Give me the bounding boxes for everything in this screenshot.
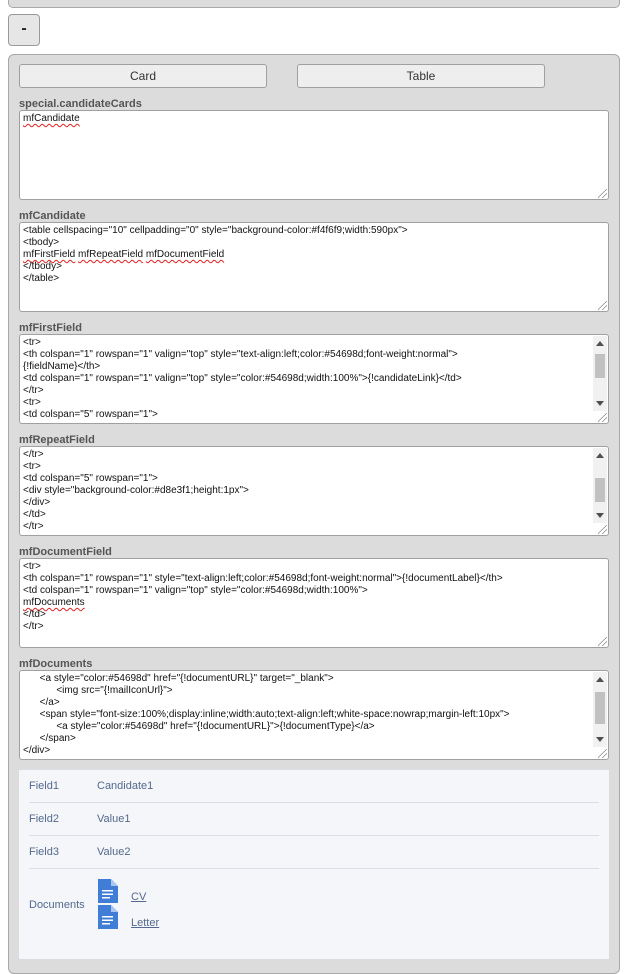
code-line: <th colspan="1" rowspan="1" valign="top"… [23, 349, 458, 360]
code-line: <tr> [23, 461, 41, 472]
code-line: <td colspan="1" rowspan="1" valign="top"… [23, 585, 368, 596]
card-row: Field1 Candidate1 [29, 770, 599, 803]
mf-documents-textarea[interactable]: <a style="color:#54698d" href="{!documen… [19, 670, 609, 760]
scroll-thumb[interactable] [595, 692, 605, 724]
code-line: <table cellspacing="10" cellpadding="0" … [23, 225, 408, 236]
card-field-value: Candidate1 [97, 780, 154, 792]
document-link-letter[interactable]: Letter [97, 905, 159, 929]
previous-panel-edge [8, 0, 620, 8]
code-line: </tbody> [23, 261, 62, 272]
card-documents-label: Documents [29, 899, 85, 911]
mf-candidate-label: mfCandidate [19, 210, 86, 222]
card-field-value: Value1 [97, 813, 131, 825]
tab-table[interactable]: Table [297, 64, 545, 88]
code-line: <td colspan="5" rowspan="1"> [23, 473, 158, 484]
card-field-value: Value2 [97, 846, 131, 858]
resize-grip[interactable] [598, 637, 607, 646]
mf-repeat-field-textarea[interactable]: </tr> <tr> <td colspan="5" rowspan="1"> … [19, 446, 609, 536]
resize-grip[interactable] [598, 749, 607, 758]
vertical-scrollbar[interactable] [593, 672, 607, 747]
scroll-up-arrow-icon[interactable] [596, 453, 604, 458]
code-line: </td> [23, 509, 46, 520]
code-line: <div style="background-color:#d8e3f1;hei… [23, 485, 249, 496]
mf-first-field-label: mfFirstField [19, 322, 82, 334]
document-icon[interactable] [97, 905, 119, 929]
scroll-up-arrow-icon[interactable] [596, 677, 604, 682]
code-line: <img src="{!mailIconUrl}"> [23, 685, 173, 696]
document-link-cv[interactable]: CV [97, 879, 146, 903]
code-line: </td> [23, 609, 46, 620]
card-field-name: Field1 [29, 780, 59, 792]
code-line: </tr> [23, 449, 44, 460]
mf-candidate-textarea[interactable]: <table cellspacing="10" cellpadding="0" … [19, 222, 609, 312]
code-line: </div> [23, 745, 51, 756]
code-line: <a style="color:#54698d" href="{!documen… [23, 673, 334, 684]
card-field-name: Field2 [29, 813, 59, 825]
code-line: <tr> [23, 561, 41, 572]
mf-repeat-field-label: mfRepeatField [19, 434, 95, 446]
resize-grip[interactable] [598, 301, 607, 310]
card-field-name: Field3 [29, 846, 59, 858]
card-row-documents: Documents CV Letter [29, 869, 599, 949]
candidate-cards-label: special.candidateCards [19, 98, 142, 110]
mf-document-field-label: mfDocumentField [19, 546, 112, 558]
code-line: <td colspan="1" rowspan="1" valign="top"… [23, 373, 462, 384]
tab-card[interactable]: Card [19, 64, 267, 88]
code-line: mfRepeatField [78, 249, 144, 260]
mf-documents-label: mfDocuments [19, 658, 93, 670]
code-line: mfDocuments [23, 597, 85, 608]
code-line: </span> [23, 733, 76, 744]
candidate-cards-textarea[interactable]: mfCandidate [19, 110, 609, 200]
resize-grip[interactable] [598, 413, 607, 422]
card-row: Field2 Value1 [29, 803, 599, 836]
code-line: <tr> [23, 397, 41, 408]
code-line: mfFirstField [23, 249, 76, 260]
code-line: mfDocumentField [145, 249, 225, 260]
code-line: {!fieldName}</th> [23, 361, 101, 372]
resize-grip[interactable] [598, 525, 607, 534]
code-line: <td colspan="5" rowspan="1"> [23, 409, 158, 420]
code-line: </div> [23, 497, 51, 508]
scroll-thumb[interactable] [595, 354, 605, 378]
document-link-label[interactable]: Letter [131, 917, 159, 929]
code-line: <th colspan="1" rowspan="1" style="text-… [23, 573, 503, 584]
candidate-card-preview: Field1 Candidate1 Field2 Value1 Field3 V… [19, 769, 609, 959]
code-line: <span style="font-size:100%;display:inli… [23, 709, 510, 720]
collapse-button[interactable]: - [8, 14, 40, 46]
code-line: </a> [23, 697, 60, 708]
scroll-down-arrow-icon[interactable] [596, 401, 604, 406]
code-line: </tr> [23, 385, 44, 396]
scroll-down-arrow-icon[interactable] [596, 513, 604, 518]
scroll-up-arrow-icon[interactable] [596, 341, 604, 346]
code-line: </tr> [23, 521, 44, 532]
mf-document-field-textarea[interactable]: <tr> <th colspan="1" rowspan="1" style="… [19, 558, 609, 648]
code-line: </table> [23, 273, 60, 284]
card-row: Field3 Value2 [29, 836, 599, 869]
code-line: </tr> [23, 621, 44, 632]
scroll-down-arrow-icon[interactable] [596, 737, 604, 742]
document-link-label[interactable]: CV [131, 891, 146, 903]
resize-grip[interactable] [598, 189, 607, 198]
scroll-thumb[interactable] [595, 478, 605, 502]
code-line: <tbody> [23, 237, 60, 248]
vertical-scrollbar[interactable] [593, 336, 607, 411]
mf-first-field-textarea[interactable]: <tr> <th colspan="1" rowspan="1" valign=… [19, 334, 609, 424]
document-icon[interactable] [97, 879, 119, 903]
code-line: <a style="color:#54698d" href="{!documen… [23, 721, 375, 732]
vertical-scrollbar[interactable] [593, 448, 607, 523]
candidate-cards-value: mfCandidate [23, 113, 80, 124]
code-line: <tr> [23, 337, 41, 348]
